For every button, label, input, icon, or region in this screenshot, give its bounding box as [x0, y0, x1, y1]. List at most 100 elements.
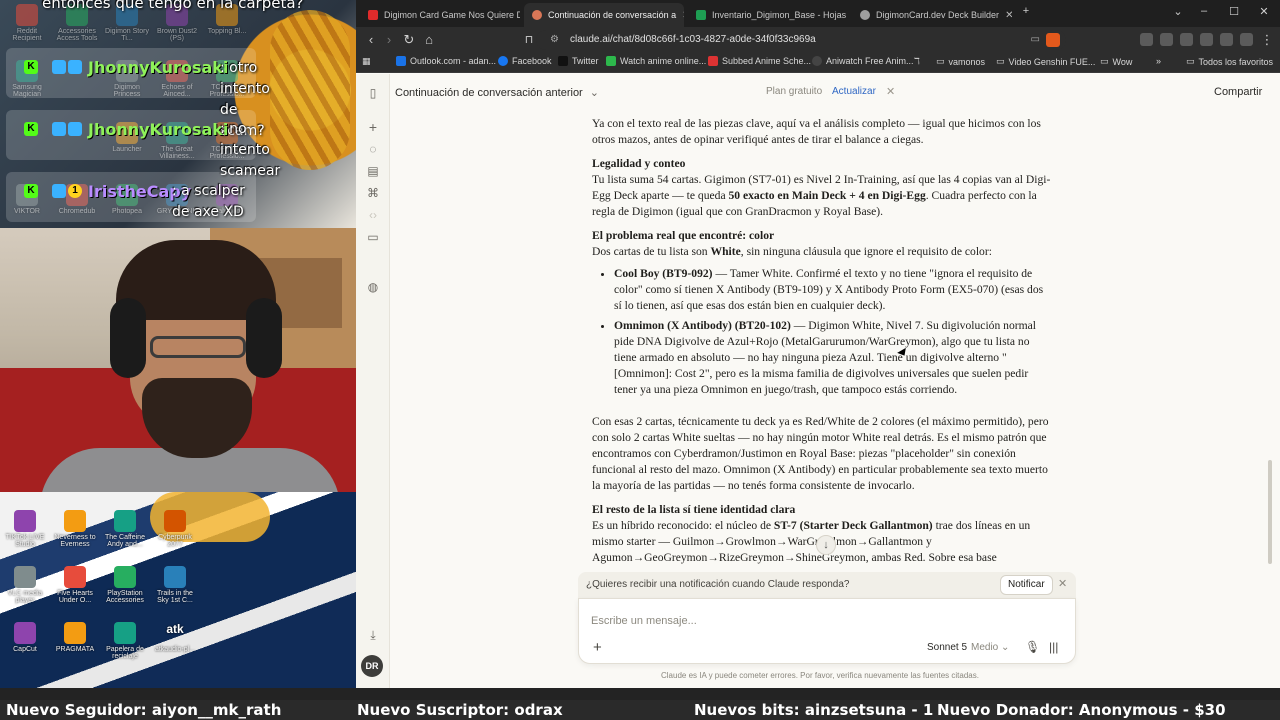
bookmark-aniwatch[interactable]: Aniwatch Free Anim...: [812, 56, 914, 66]
upgrade-link[interactable]: Actualizar: [832, 86, 876, 97]
chats-icon[interactable]: ◌: [366, 142, 380, 156]
add-attachment-icon[interactable]: +: [593, 639, 602, 656]
tab-label: Continuación de conversación a: [548, 10, 677, 20]
extension-icon[interactable]: [1140, 33, 1153, 46]
browser-window: Digimon Card Game Nos Quiere Dej Continu…: [356, 0, 1280, 688]
close-icon[interactable]: ✕: [1058, 577, 1067, 590]
desktop-shortcut-label: PlayStation Accessories: [106, 590, 144, 604]
share-button[interactable]: Compartir: [1206, 80, 1270, 104]
reload-icon[interactable]: ↻: [400, 32, 418, 48]
sunflower-decoration: [270, 10, 350, 170]
desktop-shortcut-label: The Caffeine Andy and...: [105, 534, 145, 548]
extension-icon[interactable]: [1160, 33, 1173, 46]
bookmark-facebook[interactable]: Facebook: [498, 56, 552, 66]
sidebar-rail: ▯ + ◌ ▤ ⌘ ‹› ▭ ◍ ⤓ DR: [356, 74, 390, 688]
download-icon[interactable]: ⤓: [366, 628, 380, 642]
desktop-shortcut[interactable]: PRAGMATA: [52, 622, 98, 653]
briefcase-icon[interactable]: ▭: [366, 230, 380, 244]
bookmark-folder-all[interactable]: ▭ Todos los favoritos: [1186, 56, 1273, 67]
bookmark-outlook[interactable]: Outlook.com - adan...: [396, 56, 496, 66]
apps-icon[interactable]: ▦: [362, 56, 371, 67]
screen-cast-icon[interactable]: ▭: [1031, 30, 1040, 50]
folder-icon: ▭: [936, 56, 945, 66]
extension-icon[interactable]: [1220, 33, 1233, 46]
desktop-shortcut[interactable]: CapCut: [2, 622, 48, 653]
effort-selector[interactable]: Medio ⌄: [971, 642, 1009, 653]
folder-icon: ▭: [1186, 56, 1195, 66]
bookmark-label: Subbed Anime Sche...: [722, 56, 812, 66]
desktop-shortcut[interactable]: The Caffeine Andy and...: [102, 510, 148, 548]
extension-icon[interactable]: [1200, 33, 1213, 46]
desktop-shortcut[interactable]: Papelera de reciclaje: [102, 622, 148, 660]
desktop-shortcut[interactable]: Cyberpunk 2077: [152, 510, 198, 548]
close-tab-icon[interactable]: ✕: [682, 10, 684, 21]
desktop-shortcut[interactable]: VLC media player: [2, 566, 48, 604]
code-icon[interactable]: ‹›: [366, 208, 380, 222]
notify-button[interactable]: Notificar: [1000, 575, 1053, 595]
site-info-icon[interactable]: ⚙: [550, 30, 559, 50]
tab-deck-builder[interactable]: DigimonCard.dev Deck Builder ✕: [852, 3, 1012, 27]
brave-shield-icon[interactable]: [1046, 33, 1060, 47]
chevron-down-icon: ⌄: [589, 87, 600, 99]
extension-icon[interactable]: [1180, 33, 1193, 46]
ticker-follower: Nuevo Seguidor: aiyon__mk_rath: [6, 701, 282, 719]
tab-label: DigimonCard.dev Deck Builder: [876, 10, 1000, 20]
projects-icon[interactable]: ▤: [366, 164, 380, 178]
section-heading: Legalidad y conteo: [592, 157, 686, 170]
folder-icon: ▭: [1100, 56, 1109, 66]
minimize-icon[interactable]: –: [1194, 5, 1214, 17]
palette-icon[interactable]: ◍: [366, 280, 380, 294]
tab-sheets[interactable]: Inventario_Digimon_Base - Hojas de ✕: [688, 3, 848, 27]
conversation-title[interactable]: Continuación de conversación anterior ⌄: [395, 86, 599, 99]
desktop-shortcut[interactable]: atk atkaudio-pl...: [152, 622, 198, 653]
desktop-shortcut[interactable]: TIKTok LIVE Studio: [2, 510, 48, 548]
bookmark-folder-wow[interactable]: ▭ Wow: [1100, 56, 1132, 67]
bookmark-anime[interactable]: Watch anime online...: [606, 56, 706, 66]
app-icon: [64, 510, 86, 532]
tab-youtube[interactable]: Digimon Card Game Nos Quiere Dej: [360, 3, 520, 27]
voice-mode-icon[interactable]: |||: [1049, 640, 1058, 654]
desktop-shortcut[interactable]: Trails in the Sky 1st C...: [152, 566, 198, 604]
desktop-shortcut[interactable]: PlayStation Accessories: [102, 566, 148, 604]
close-tab-icon[interactable]: ✕: [1005, 10, 1012, 21]
message-input[interactable]: Escribe un mensaje...: [591, 615, 697, 627]
tab-search-icon[interactable]: ⌄: [1168, 5, 1188, 18]
artifacts-icon[interactable]: ⌘: [366, 186, 380, 200]
message-paragraph: Dos cartas de tu lista son White, sin ni…: [592, 245, 992, 258]
model-selector[interactable]: Sonnet 5: [927, 642, 967, 653]
home-icon[interactable]: ⌂: [420, 32, 438, 48]
scroll-down-button[interactable]: ↓: [816, 535, 836, 555]
bookmark-subbed-anime[interactable]: Subbed Anime Sche...: [708, 56, 811, 66]
sidebar-toggle-icon[interactable]: ▯: [366, 86, 380, 100]
message-composer[interactable]: Escribe un mensaje... + Sonnet 5 Medio ⌄…: [578, 598, 1076, 664]
scrollbar[interactable]: [1268, 460, 1272, 564]
avatar[interactable]: DR: [361, 655, 383, 677]
back-icon[interactable]: ‹: [362, 32, 380, 48]
close-window-icon[interactable]: ✕: [1254, 5, 1274, 18]
forward-icon[interactable]: ›: [380, 32, 398, 48]
bookmark-folder-vamonos[interactable]: ▭ vamonos: [936, 56, 985, 67]
bookmark-label: Watch anime online...: [620, 56, 707, 66]
extension-icon[interactable]: [1240, 33, 1253, 46]
maximize-icon[interactable]: ☐: [1224, 5, 1244, 18]
headset-icon: [246, 298, 282, 378]
new-tab-button[interactable]: +: [1016, 5, 1036, 17]
section-heading: El resto de la lista sí tiene identidad …: [592, 503, 796, 516]
menu-icon[interactable]: ⋮: [1258, 32, 1276, 48]
bookmark-twitter[interactable]: Twitter: [558, 56, 599, 66]
new-chat-icon[interactable]: +: [366, 120, 380, 134]
close-icon[interactable]: ✕: [886, 85, 895, 98]
bookmark-folder-genshin[interactable]: ▭ Video Genshin FUE...: [996, 56, 1095, 67]
desktop-background: TIKTok LIVE Studio Neverness to Everness T…: [0, 492, 356, 700]
tab-claude[interactable]: Continuación de conversación a ✕: [524, 3, 684, 27]
tab-label: Digimon Card Game Nos Quiere Dej: [384, 10, 520, 20]
desktop-shortcut[interactable]: Five Hearts Under O...: [52, 566, 98, 604]
app-icon: [164, 566, 186, 588]
more-bookmarks-button[interactable]: »: [1156, 56, 1161, 66]
stream-chat-overlay: Palworld GRYPHLINK Photopea Chromedub VIKTOR…: [0, 0, 356, 228]
bookmark-extra[interactable]: ℸ: [914, 56, 920, 67]
microphone-icon[interactable]: 🎙: [1025, 640, 1040, 654]
app-icon: [164, 510, 186, 532]
address-bar[interactable]: ⚙ claude.ai/chat/8d08c66f-1c03-4827-a0de…: [536, 30, 1066, 50]
desktop-shortcut[interactable]: Neverness to Everness: [52, 510, 98, 548]
